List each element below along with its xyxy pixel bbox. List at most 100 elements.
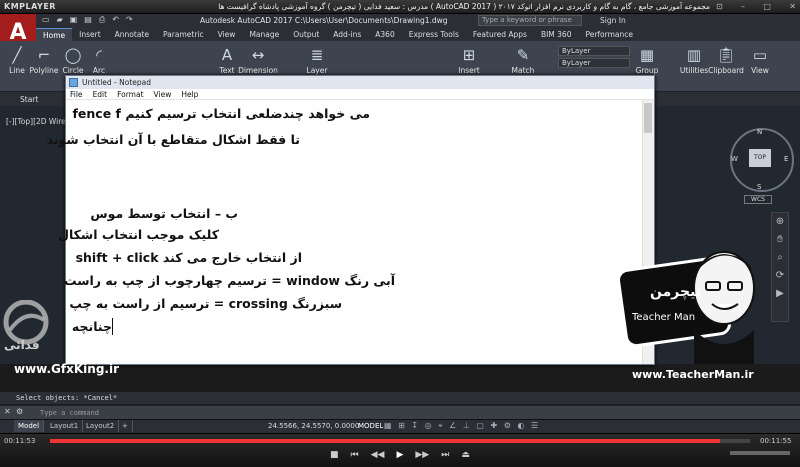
wcs-menu[interactable]: WCS: [744, 195, 772, 204]
navigation-bar: [771, 212, 789, 322]
tab-layout2[interactable]: Layout2: [82, 420, 120, 432]
plot-icon[interactable]: ⎙: [99, 15, 105, 25]
coordinate-readout: 24.5566, 24.5570, 0.0000: [268, 422, 360, 430]
menu-file[interactable]: File: [70, 89, 83, 99]
pin-icon[interactable]: ⊡: [716, 2, 723, 11]
tab-performance[interactable]: Performance: [578, 28, 640, 41]
badge-fa-text: تیچرمن: [650, 284, 701, 300]
ribbon-tabs: Home Insert Annotate Parametric View Man…: [36, 28, 800, 41]
start-tab[interactable]: Start: [20, 95, 38, 104]
utilities-icon: ▥: [686, 46, 702, 64]
redo-icon[interactable]: ↷: [126, 15, 133, 25]
minimize-icon[interactable]: –: [741, 2, 745, 11]
teacherman-url: www.TeacherMan.ir: [632, 368, 754, 381]
volume-slider[interactable]: [730, 451, 790, 455]
dimension-button[interactable]: ↔ Dimension: [238, 46, 278, 75]
tab-addins[interactable]: Add-ins: [326, 28, 368, 41]
text-line: چنانچه: [71, 319, 112, 334]
fadaei-watermark-logo: [3, 300, 49, 345]
viewcube-east[interactable]: E: [784, 155, 788, 163]
insert-icon: ⊞: [462, 46, 476, 64]
badge-en-text: Teacher Man: [631, 312, 695, 323]
arc-icon: ◜: [96, 46, 102, 64]
pan-icon[interactable]: ✋︎: [774, 234, 786, 246]
text-line: می خواهد چندضلعی انتخاب ترسیم کنیم fence…: [72, 106, 370, 121]
tab-parametric[interactable]: Parametric: [156, 28, 211, 41]
viewcube-west[interactable]: W: [731, 155, 738, 163]
arc-button[interactable]: ◜ Arc: [84, 46, 114, 75]
steering-wheel-icon[interactable]: ⊕: [774, 216, 786, 228]
clipboard-icon: 📋︎: [716, 46, 736, 64]
menu-view[interactable]: View: [154, 89, 172, 99]
saveas-icon[interactable]: ▤: [84, 15, 92, 25]
tab-bim360[interactable]: BIM 360: [534, 28, 579, 41]
maximize-icon[interactable]: □: [763, 2, 771, 11]
previous-icon[interactable]: ⏮: [351, 450, 359, 460]
viewcube-south[interactable]: S: [757, 183, 761, 191]
zoom-icon[interactable]: ⌕: [774, 252, 786, 264]
model-space-button[interactable]: MODEL: [358, 422, 383, 430]
view-button[interactable]: ▭ View: [745, 46, 775, 75]
save-icon[interactable]: ▣: [70, 15, 78, 25]
open-icon[interactable]: ▰: [57, 15, 63, 25]
tab-a360[interactable]: A360: [368, 28, 401, 41]
undo-icon[interactable]: ↶: [112, 15, 119, 25]
insert-button[interactable]: ⊞ Insert: [454, 46, 484, 75]
menu-help[interactable]: Help: [181, 89, 198, 99]
layer-button[interactable]: ≣ Layer: [302, 46, 332, 75]
orbit-icon[interactable]: ⟳: [774, 270, 786, 282]
signin-button[interactable]: Sign In: [600, 16, 626, 25]
seek-bar-progress: [50, 439, 720, 443]
menu-format[interactable]: Format: [117, 89, 143, 99]
notepad-title: Untitled - Notepad: [66, 76, 654, 89]
tab-home[interactable]: Home: [36, 28, 73, 41]
match-button[interactable]: ✎ Match: [508, 46, 538, 75]
close-icon[interactable]: ✕: [789, 2, 796, 11]
next-icon[interactable]: ⏭: [441, 450, 449, 460]
linetype-dropdown[interactable]: ByLayer: [558, 58, 630, 68]
close-command-icon[interactable]: ✕: [4, 407, 11, 416]
command-history: Select objects: *Cancel*: [0, 392, 800, 404]
player-window-controls: ⊡ – □ ✕: [716, 2, 796, 11]
clipboard-button[interactable]: 📋︎ Clipboard: [708, 46, 744, 75]
command-input[interactable]: Type a command: [0, 405, 800, 419]
tab-insert[interactable]: Insert: [72, 28, 108, 41]
status-toggles[interactable]: ▦ ⊞ ↧ ◎ ⌖ ∠ ⊥ ▢ ✚ ⚙ ◐ ☰: [384, 421, 540, 431]
notepad-scroll-thumb[interactable]: [644, 103, 652, 133]
tab-output[interactable]: Output: [286, 28, 326, 41]
viewcube-top-face[interactable]: TOP: [749, 149, 771, 167]
polyline-button[interactable]: ⌐ Polyline: [28, 46, 60, 75]
customize-icon[interactable]: ⚙: [16, 407, 23, 416]
text-line: آبی رنگ window = ترسیم چهارچوب از چپ به …: [63, 273, 395, 288]
tab-layout1[interactable]: Layout1: [46, 420, 84, 432]
rewind-icon[interactable]: ◀◀: [371, 450, 385, 460]
notepad-menu-bar: File Edit Format View Help: [66, 89, 654, 100]
player-logo[interactable]: KMPLAYER: [4, 2, 56, 11]
layer-icon: ≣: [310, 46, 324, 64]
forward-icon[interactable]: ▶▶: [415, 450, 429, 460]
color-dropdown[interactable]: ByLayer: [558, 46, 630, 56]
search-input[interactable]: Type a keyword or phrase: [478, 15, 582, 26]
add-layout-tab[interactable]: +: [118, 420, 133, 432]
player-caption: مجموعه آموزشی جامع ، گام به گام و کاربرد…: [218, 2, 710, 11]
current-time: 00:11:53: [4, 437, 36, 445]
tab-express-tools[interactable]: Express Tools: [402, 28, 466, 41]
fadaei-watermark-text: فدائی: [4, 338, 40, 352]
tab-manage[interactable]: Manage: [242, 28, 286, 41]
document-title: Autodesk AutoCAD 2017 C:\Users\User\Docu…: [200, 16, 448, 25]
utilities-button[interactable]: ▥ Utilities: [676, 46, 712, 75]
showmotion-icon[interactable]: ▶: [774, 288, 786, 300]
tab-model[interactable]: Model: [14, 420, 45, 432]
stop-icon[interactable]: ■: [330, 450, 339, 460]
eject-icon[interactable]: ⏏: [461, 450, 470, 460]
tab-featured-apps[interactable]: Featured Apps: [466, 28, 534, 41]
viewcube-north[interactable]: N: [757, 128, 762, 136]
group-button[interactable]: ▦ Group: [632, 46, 662, 75]
play-icon[interactable]: ▶: [396, 450, 403, 460]
new-icon[interactable]: ▭: [42, 15, 50, 25]
text-line: کلیک موجب انتخاب اشکال: [58, 227, 219, 242]
tab-annotate[interactable]: Annotate: [108, 28, 156, 41]
tab-view[interactable]: View: [211, 28, 243, 41]
text-line: ب – انتخاب توسط موس: [90, 206, 238, 221]
menu-edit[interactable]: Edit: [93, 89, 108, 99]
